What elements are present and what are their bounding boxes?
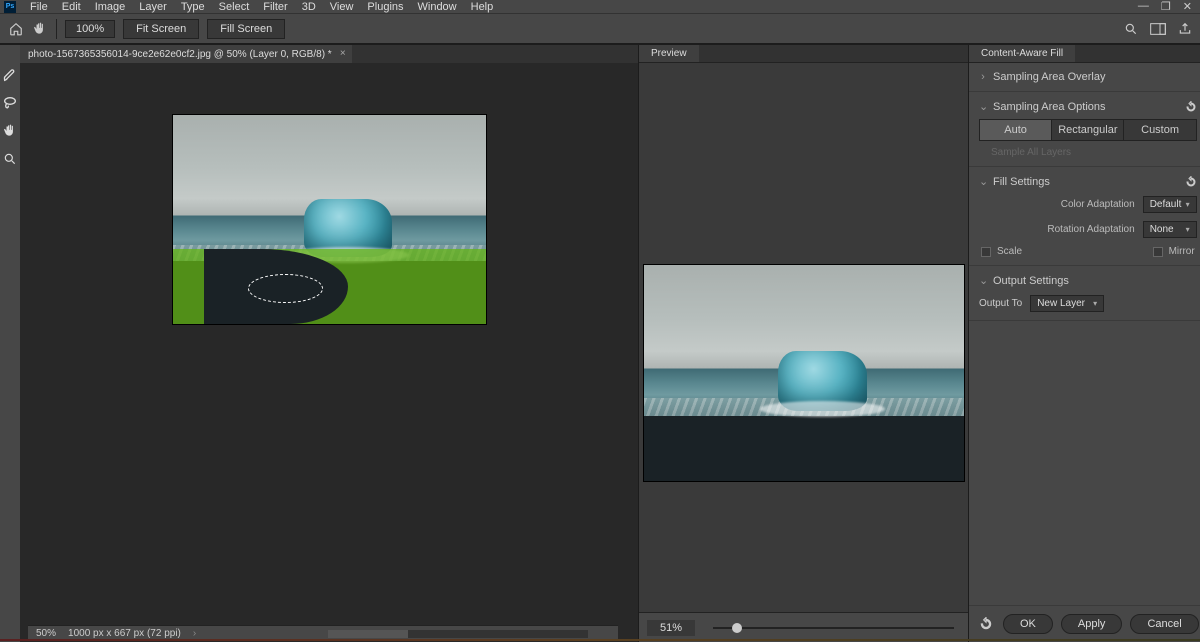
- close-tab-icon[interactable]: ×: [340, 48, 346, 59]
- sampling-brush-tool-icon[interactable]: [0, 65, 20, 85]
- chevron-down-icon: ⌄: [979, 175, 987, 188]
- menu-window[interactable]: Window: [418, 1, 457, 13]
- reset-all-icon[interactable]: [977, 615, 995, 633]
- rotation-adaptation-dropdown[interactable]: None: [1143, 221, 1197, 238]
- fit-screen-button[interactable]: Fit Screen: [123, 19, 199, 39]
- color-adaptation-dropdown[interactable]: Default: [1143, 196, 1197, 213]
- status-dims: 1000 px x 667 px (72 ppi): [68, 628, 181, 639]
- reset-icon[interactable]: [1185, 101, 1197, 113]
- minimize-icon[interactable]: —: [1138, 0, 1149, 13]
- mirror-label: Mirror: [1169, 246, 1195, 257]
- sampling-area-options-header[interactable]: ⌄ Sampling Area Options: [979, 100, 1197, 113]
- workspace-icon[interactable]: [1150, 22, 1166, 36]
- lasso-selection: [248, 274, 323, 303]
- restore-icon[interactable]: ❐: [1161, 0, 1171, 13]
- preview-zoom-bar: 51%: [639, 612, 968, 642]
- tool-palette: [0, 44, 20, 642]
- chevron-down-icon: ⌄: [979, 274, 987, 287]
- output-to-label: Output To: [979, 298, 1022, 309]
- horizontal-scrollbar[interactable]: [328, 630, 588, 638]
- status-bar: 50% 1000 px x 667 px (72 ppi) ›: [28, 625, 618, 641]
- preview-viewport[interactable]: [639, 63, 968, 612]
- share-icon[interactable]: [1178, 22, 1192, 36]
- hand-tool-icon[interactable]: [0, 121, 20, 141]
- document-tab[interactable]: photo-1567365356014-9ce2e62e0cf2.jpg @ 5…: [20, 45, 352, 63]
- workspace: photo-1567365356014-9ce2e62e0cf2.jpg @ 5…: [0, 44, 1200, 642]
- menu-file[interactable]: File: [30, 1, 48, 13]
- sample-all-layers-disabled: Sample All Layers: [979, 147, 1197, 158]
- menu-3d[interactable]: 3D: [302, 1, 316, 13]
- preview-panel: Preview 51%: [638, 44, 968, 642]
- menu-image[interactable]: Image: [95, 1, 126, 13]
- caf-action-bar: OK Apply Cancel: [969, 605, 1200, 642]
- menu-filter[interactable]: Filter: [263, 1, 287, 13]
- document-area: photo-1567365356014-9ce2e62e0cf2.jpg @ 5…: [20, 44, 638, 642]
- zoom-level-input[interactable]: 100%: [65, 20, 115, 38]
- rotation-adaptation-label: Rotation Adaptation: [979, 224, 1135, 235]
- search-icon[interactable]: [1124, 22, 1138, 36]
- window-controls: — ❐ ✕: [1138, 0, 1192, 13]
- chevron-down-icon: ⌄: [979, 100, 987, 113]
- menu-edit[interactable]: Edit: [62, 1, 81, 13]
- menu-bar: Ps File Edit Image Layer Type Select Fil…: [0, 0, 1200, 13]
- sampling-mode-custom[interactable]: Custom: [1124, 119, 1196, 141]
- mirror-checkbox[interactable]: [1153, 247, 1163, 257]
- section-label: Sampling Area Options: [993, 101, 1106, 113]
- preview-tab-row: Preview: [639, 45, 968, 63]
- reset-icon[interactable]: [1185, 176, 1197, 188]
- sampling-mode-segmented: Auto Rectangular Custom: [979, 119, 1197, 141]
- lasso-tool-icon[interactable]: [0, 93, 20, 113]
- fill-settings-header[interactable]: ⌄ Fill Settings: [979, 175, 1197, 188]
- sampling-area-overlay-header[interactable]: › Sampling Area Overlay: [979, 71, 1197, 83]
- zoom-tool-icon[interactable]: [0, 149, 20, 169]
- menu-type[interactable]: Type: [181, 1, 205, 13]
- output-settings-header[interactable]: ⌄ Output Settings: [979, 274, 1197, 287]
- preview-zoom-slider[interactable]: [713, 627, 954, 629]
- document-canvas[interactable]: [173, 115, 486, 324]
- canvas-viewport[interactable]: [20, 63, 638, 642]
- ok-button[interactable]: OK: [1003, 614, 1053, 634]
- menu-help[interactable]: Help: [471, 1, 494, 13]
- chevron-right-icon: ›: [979, 71, 987, 83]
- sampling-mode-auto[interactable]: Auto: [979, 119, 1052, 141]
- section-label: Sampling Area Overlay: [993, 71, 1106, 83]
- section-label: Output Settings: [993, 275, 1069, 287]
- menu-layer[interactable]: Layer: [139, 1, 167, 13]
- content-aware-fill-panel: Content-Aware Fill › Sampling Area Overl…: [968, 44, 1200, 642]
- preview-tab[interactable]: Preview: [639, 45, 699, 62]
- color-adaptation-label: Color Adaptation: [979, 199, 1135, 210]
- document-tab-row: photo-1567365356014-9ce2e62e0cf2.jpg @ 5…: [20, 45, 638, 63]
- menu-plugins[interactable]: Plugins: [367, 1, 403, 13]
- section-label: Fill Settings: [993, 176, 1050, 188]
- fill-screen-button[interactable]: Fill Screen: [207, 19, 285, 39]
- status-zoom[interactable]: 50%: [36, 628, 56, 639]
- menu-select[interactable]: Select: [219, 1, 250, 13]
- hand-tool-icon[interactable]: [32, 21, 48, 37]
- close-icon[interactable]: ✕: [1183, 0, 1192, 13]
- caf-tab-row: Content-Aware Fill: [969, 45, 1200, 63]
- cancel-button[interactable]: Cancel: [1130, 614, 1198, 634]
- home-icon[interactable]: [8, 21, 24, 37]
- scale-label: Scale: [997, 246, 1022, 257]
- apply-button[interactable]: Apply: [1061, 614, 1123, 634]
- caf-tab[interactable]: Content-Aware Fill: [969, 45, 1075, 62]
- sampling-mode-rectangular[interactable]: Rectangular: [1052, 119, 1124, 141]
- preview-canvas: [644, 265, 964, 481]
- document-tab-label: photo-1567365356014-9ce2e62e0cf2.jpg @ 5…: [28, 49, 332, 60]
- options-bar: 100% Fit Screen Fill Screen: [0, 14, 1200, 44]
- slider-thumb[interactable]: [732, 623, 742, 633]
- scale-checkbox[interactable]: [981, 247, 991, 257]
- app-logo: Ps: [4, 1, 16, 13]
- output-to-dropdown[interactable]: New Layer: [1030, 295, 1104, 312]
- preview-zoom-input[interactable]: 51%: [647, 620, 695, 636]
- menu-view[interactable]: View: [330, 1, 354, 13]
